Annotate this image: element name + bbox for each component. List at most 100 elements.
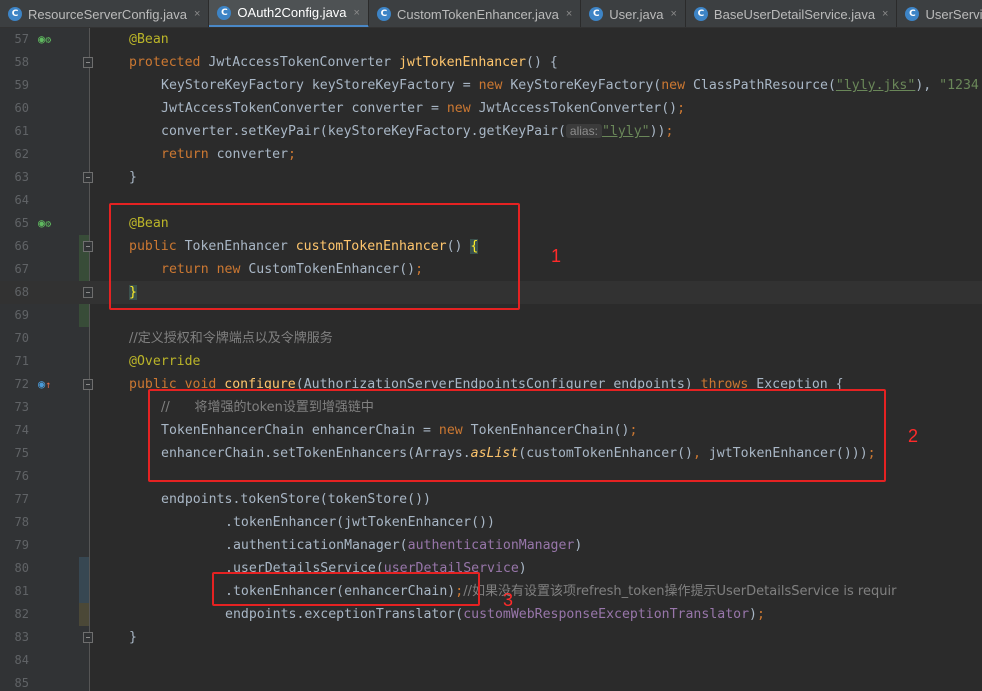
- code-text: ): [518, 561, 527, 576]
- code-editor[interactable]: 57 ◉⚙ @Bean 58 protected JwtAccessTokenC…: [0, 28, 982, 691]
- class-icon: C: [217, 5, 232, 20]
- editor-tab-bar: C ResourceServerConfig.java × C OAuth2Confi…: [0, 0, 982, 28]
- tab-label: ResourceServerConfig.java: [28, 6, 187, 22]
- field-reference: authenticationManager: [407, 538, 575, 553]
- tab-label: User.java: [609, 6, 664, 22]
- semicolon: ;: [288, 147, 296, 162]
- code-text: JwtAccessTokenConverter(): [478, 101, 678, 116]
- line-number: 66: [14, 239, 29, 253]
- semicolon: ;: [677, 101, 686, 116]
- tab-base-user-detail-service[interactable]: C BaseUserDetailService.java ×: [686, 0, 898, 27]
- highlight-box-3: [212, 572, 480, 606]
- method-name: jwtTokenEnhancer: [398, 55, 527, 70]
- highlight-label-1: 1: [551, 246, 562, 266]
- code-line-84: 84: [0, 649, 982, 672]
- highlight-box-2: [148, 389, 886, 482]
- annotation-override: @Override: [129, 354, 201, 369]
- tab-resource-server-config[interactable]: C ResourceServerConfig.java ×: [0, 0, 210, 27]
- class-icon: C: [589, 7, 604, 21]
- code-line-61: 61 converter.setKeyPair(keyStoreKeyFacto…: [0, 120, 982, 143]
- code-text: endpoints.tokenStore(tokenStore()): [161, 492, 431, 507]
- code-text: )): [649, 124, 666, 139]
- code-comment: //定义授权和令牌端点以及令牌服务: [129, 331, 333, 346]
- code-text: ClassPathResource(: [692, 78, 836, 93]
- tab-custom-token-enhancer[interactable]: C CustomTokenEnhancer.java ×: [369, 0, 582, 27]
- line-number: 63: [14, 170, 29, 184]
- semicolon: ;: [665, 124, 674, 139]
- code-text: KeyStoreKeyFactory keyStoreKeyFactory =: [161, 78, 479, 93]
- close-icon[interactable]: ×: [354, 7, 360, 19]
- annotation-bean: @Bean: [129, 32, 169, 47]
- line-number: 71: [14, 354, 29, 368]
- code-line-62: 62 return converter;: [0, 143, 982, 166]
- fold-icon[interactable]: [83, 172, 93, 183]
- override-gutter-icon[interactable]: ◉↑: [38, 376, 51, 394]
- keyword: new: [446, 101, 479, 116]
- line-number: 73: [14, 400, 29, 414]
- code-text: endpoints.exceptionTranslator(: [225, 607, 464, 622]
- code-text: ),: [915, 78, 940, 93]
- string-literal: "lyly": [601, 124, 650, 139]
- line-number: 85: [14, 676, 29, 690]
- code-line-83: 83 }: [0, 626, 982, 649]
- bean-gutter-icon[interactable]: ◉⚙: [38, 215, 51, 233]
- code-line-85: 85: [0, 672, 982, 691]
- keyword: new: [661, 78, 693, 93]
- line-number: 79: [14, 538, 29, 552]
- bean-gutter-icon[interactable]: ◉⚙: [38, 31, 51, 49]
- keyword: return: [161, 147, 217, 162]
- class-icon: C: [8, 7, 22, 21]
- code-line-71: 71 @Override: [0, 350, 982, 373]
- tab-label: BaseUserDetailService.java: [713, 6, 876, 22]
- class-icon: C: [905, 7, 920, 21]
- code-text: }: [129, 170, 137, 185]
- close-icon[interactable]: ×: [566, 8, 572, 20]
- close-icon[interactable]: ×: [194, 8, 200, 20]
- line-number: 75: [14, 446, 29, 460]
- code-text: JwtAccessTokenConverter: [208, 55, 399, 70]
- tab-user-service[interactable]: C UserServiceI: [897, 0, 982, 27]
- line-number: 76: [14, 469, 29, 483]
- code-line-78: 78 .tokenEnhancer(jwtTokenEnhancer()): [0, 511, 982, 534]
- line-number: 67: [14, 262, 29, 276]
- fold-icon[interactable]: [83, 241, 93, 252]
- highlight-box-1: [109, 203, 520, 310]
- fold-icon[interactable]: [83, 57, 93, 68]
- code-line-63: 63 }: [0, 166, 982, 189]
- code-text: () {: [526, 55, 558, 70]
- class-icon: C: [693, 7, 708, 21]
- line-number: 83: [14, 630, 29, 644]
- line-number: 62: [14, 147, 29, 161]
- code-comment: //如果没有设置该项refresh_token操作提示UserDetailsSe…: [463, 584, 897, 599]
- code-text: ): [574, 538, 583, 553]
- line-number: 59: [14, 78, 29, 92]
- code-text: converter.setKeyPair(keyStoreKeyFactory.…: [161, 124, 566, 139]
- code-text: JwtAccessTokenConverter converter =: [161, 101, 447, 116]
- fold-icon[interactable]: [83, 379, 93, 390]
- string-literal: "1234: [939, 78, 979, 93]
- code-line-82: 82 endpoints.exceptionTranslator(customW…: [0, 603, 982, 626]
- code-line-57: 57 ◉⚙ @Bean: [0, 28, 982, 51]
- line-number: 72: [14, 377, 29, 391]
- line-number: 65: [14, 216, 29, 230]
- code-text: }: [129, 630, 137, 645]
- tab-oauth2-config[interactable]: C OAuth2Config.java ×: [209, 0, 369, 27]
- parameter-hint: alias:: [565, 124, 602, 138]
- code-line-58: 58 protected JwtAccessTokenConverter jwt…: [0, 51, 982, 74]
- line-number: 82: [14, 607, 29, 621]
- fold-icon[interactable]: [83, 287, 93, 298]
- line-number: 80: [14, 561, 29, 575]
- tab-label: CustomTokenEnhancer.java: [396, 6, 559, 22]
- highlight-label-2: 2: [908, 426, 919, 446]
- tab-user[interactable]: C User.java ×: [581, 0, 686, 27]
- close-icon[interactable]: ×: [882, 8, 888, 20]
- line-number: 64: [14, 193, 29, 207]
- close-icon[interactable]: ×: [670, 8, 676, 20]
- line-number: 60: [14, 101, 29, 115]
- code-line-59: 59 KeyStoreKeyFactory keyStoreKeyFactory…: [0, 74, 982, 97]
- line-number: 57: [14, 32, 29, 46]
- line-number: 58: [14, 55, 29, 69]
- highlight-label-3: 3: [503, 590, 514, 610]
- fold-icon[interactable]: [83, 632, 93, 643]
- line-number: 61: [14, 124, 29, 138]
